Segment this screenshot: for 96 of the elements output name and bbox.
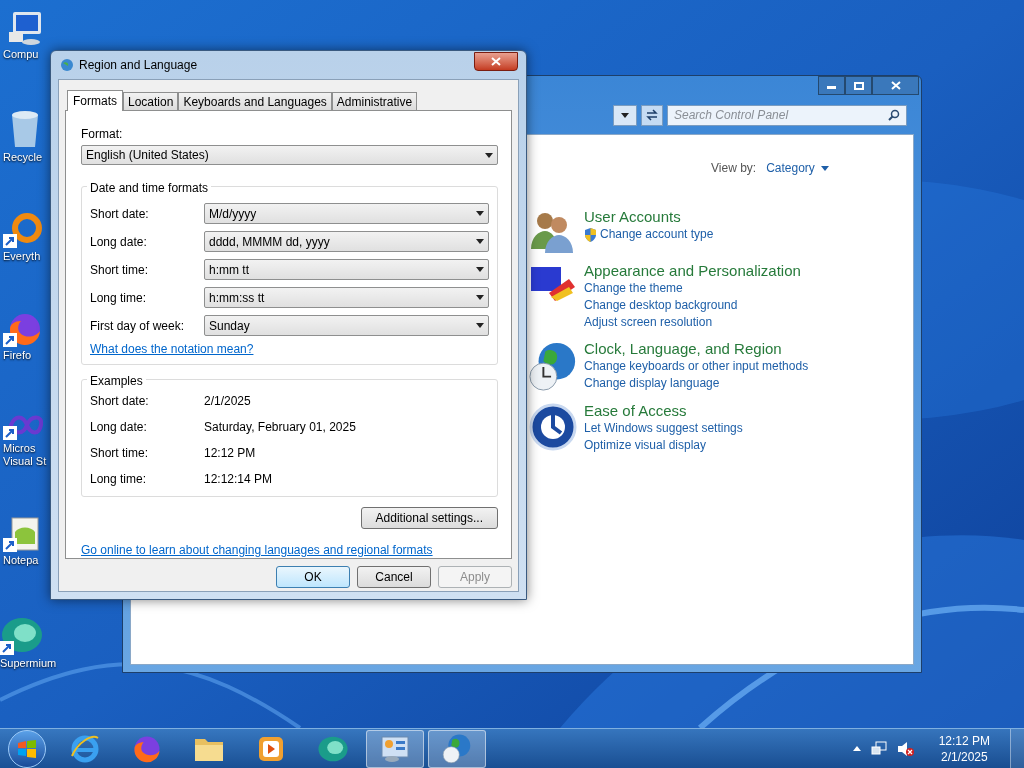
field-label: Long date:: [90, 233, 148, 251]
address-dropdown[interactable]: [613, 104, 637, 126]
taskbar-button[interactable]: [366, 729, 424, 768]
view-by-dropdown[interactable]: Category: [766, 159, 829, 177]
shortcut-arrow-icon: [3, 426, 17, 440]
field-label: Short date:: [90, 205, 150, 223]
trash-bin-icon: [10, 109, 40, 149]
example-label: Long time:: [90, 471, 148, 488]
shortcut-arrow-icon: [3, 333, 17, 347]
dropdown[interactable]: M/d/yyyy: [204, 203, 489, 224]
play-icon[interactable]: [257, 734, 285, 763]
category-title[interactable]: Clock, Language, and Region: [584, 339, 809, 358]
up-arrow-icon[interactable]: [852, 746, 861, 751]
category-link[interactable]: Change account type: [600, 226, 714, 243]
fox-globe-icon: [7, 311, 43, 347]
tab[interactable]: Formats: [67, 90, 123, 111]
example-label: Long date:: [90, 419, 148, 436]
dropdown-arrow-icon: [476, 323, 484, 328]
category-link[interactable]: Optimize visual display: [584, 437, 707, 454]
category-link[interactable]: Let Windows suggest settings: [584, 420, 743, 437]
category-link[interactable]: Adjust screen resolution: [584, 314, 713, 331]
online-link[interactable]: Go online to learn about changing languages and regional formats: [81, 541, 433, 559]
dropdown[interactable]: English (United States): [81, 145, 498, 165]
refresh-button[interactable]: [641, 104, 663, 126]
clock[interactable]: 12:12 PM 2/1/2025: [938, 732, 990, 765]
four-pane-flag-icon: [17, 739, 37, 758]
example-label: Short date:: [90, 393, 150, 410]
shield-icon: [584, 227, 597, 242]
desktop-icon-label[interactable]: Everyth: [3, 250, 50, 263]
category-title[interactable]: Appearance and Personalization: [584, 261, 801, 280]
close-button[interactable]: [872, 76, 919, 95]
desktop-icon-label[interactable]: Compu: [3, 48, 50, 61]
desktop-icon-label[interactable]: Firefo: [3, 349, 50, 362]
letter-e-icon[interactable]: [70, 733, 100, 764]
maximize-button[interactable]: [845, 76, 872, 95]
close-icon: [491, 56, 501, 66]
start-button[interactable]: [8, 729, 46, 768]
category-link[interactable]: Change the theme: [584, 280, 683, 297]
tab[interactable]: Keyboards and Languages: [178, 92, 332, 110]
desktop-icon-label[interactable]: Micros Visual St: [3, 442, 50, 468]
example-value: 12:12:14 PM: [204, 471, 273, 488]
desktop-icon-label[interactable]: Supermium: [0, 657, 57, 670]
dropdown[interactable]: h:mm:ss tt: [204, 287, 489, 308]
network-icon[interactable]: [870, 740, 887, 757]
dialog-button[interactable]: OK: [276, 566, 350, 588]
field-label: Short time:: [90, 261, 150, 279]
monitor-icon: [7, 10, 43, 46]
tab[interactable]: Administrative: [331, 92, 418, 110]
shortcut-arrow-icon: [3, 234, 17, 248]
dropdown-arrow-icon: [820, 165, 829, 171]
dropdown[interactable]: Sunday: [204, 315, 489, 336]
globe-clock-icon: [528, 341, 578, 393]
dropdown-arrow-icon: [485, 152, 493, 158]
example-value: 2/1/2025: [204, 393, 251, 410]
example-label: Short time:: [90, 445, 150, 462]
dropdown-arrow-icon: [621, 112, 629, 118]
taskbar-button[interactable]: [428, 729, 486, 768]
globe-clock-icon[interactable]: [442, 733, 472, 764]
field-label: First day of week:: [90, 317, 186, 335]
dropdown-arrow-icon: [476, 267, 484, 272]
dropdown[interactable]: dddd, MMMM dd, yyyy: [204, 231, 489, 252]
dropdown[interactable]: h:mm tt: [204, 259, 489, 280]
refresh-icon: [645, 109, 659, 121]
minimize-button[interactable]: [818, 76, 845, 95]
view-by-label: View by:: [711, 160, 757, 177]
field-label: Long time:: [90, 289, 148, 307]
example-value: 12:12 PM: [204, 445, 256, 462]
additional-settings-button[interactable]: Additional settings...: [360, 507, 498, 529]
dialog-button[interactable]: Cancel: [357, 566, 431, 588]
search-icon: [888, 109, 900, 121]
shortcut-arrow-icon: [3, 538, 17, 552]
close-button[interactable]: [474, 51, 518, 71]
dropdown-arrow-icon: [476, 211, 484, 216]
swirl-icon: [0, 615, 44, 655]
shortcut-icon[interactable]: [0, 615, 44, 655]
notepad-icon: [9, 516, 41, 552]
notation-link[interactable]: What does the notation mean?: [90, 340, 254, 358]
show-desktop-button[interactable]: [1010, 728, 1024, 768]
category-title[interactable]: User Accounts: [584, 207, 714, 226]
dropdown-arrow-icon: [476, 239, 484, 244]
example-value: Saturday, February 01, 2025: [204, 419, 356, 436]
category-link[interactable]: Change desktop background: [584, 297, 738, 314]
close-icon: [890, 81, 901, 90]
control-panel-icon[interactable]: [380, 734, 410, 763]
dropdown-arrow-icon: [476, 295, 484, 300]
shortcut-arrow-icon: [0, 641, 14, 655]
tab[interactable]: Location: [123, 92, 179, 110]
format-label: Format:: [81, 126, 124, 143]
category-link[interactable]: Change display language: [584, 375, 720, 392]
desktop-icon-label[interactable]: Recycle: [3, 151, 50, 164]
category-title[interactable]: Ease of Access: [584, 401, 743, 420]
globe-icon: [59, 57, 74, 73]
desktop-icon-label[interactable]: Notepa: [3, 554, 50, 567]
category-link[interactable]: Change keyboards or other input methods: [584, 358, 809, 375]
muted-speaker-icon[interactable]: [896, 740, 915, 757]
window-title: Region and Language: [79, 57, 198, 74]
